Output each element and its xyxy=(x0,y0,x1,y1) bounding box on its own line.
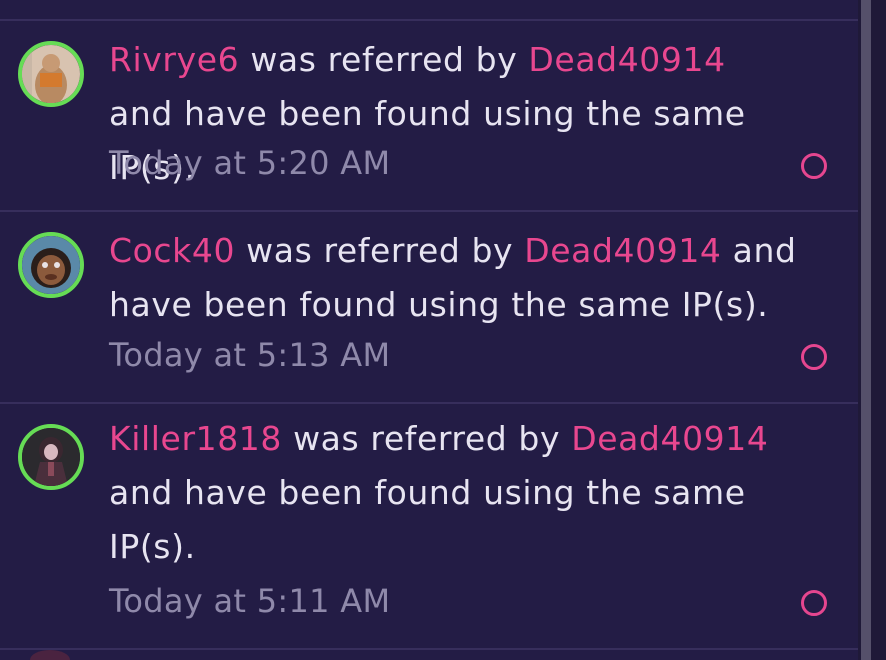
notification-feed: Rivrye6 was referred by Dead40914 and ha… xyxy=(0,0,858,660)
username-link[interactable]: Killer1818 xyxy=(109,419,282,458)
message-text: was referred by xyxy=(239,40,529,79)
scrollbar[interactable] xyxy=(858,0,886,660)
message-text: was referred by xyxy=(282,419,572,458)
message-text: and have been found using the same IP(s)… xyxy=(109,473,746,566)
notification-item[interactable]: Killer1818 was referred by Dead40914 and… xyxy=(0,404,858,650)
user-avatar-icon xyxy=(22,236,80,294)
user-avatar-icon xyxy=(22,45,80,103)
next-notification-avatar-edge xyxy=(30,650,70,660)
notifications-screen: Rivrye6 was referred by Dead40914 and ha… xyxy=(0,0,886,660)
username-link[interactable]: Rivrye6 xyxy=(109,40,239,79)
notification-message: Killer1818 was referred by Dead40914 and… xyxy=(109,412,799,574)
unread-circle-icon[interactable] xyxy=(801,344,827,370)
user-avatar[interactable] xyxy=(18,41,84,107)
timestamp: Today at 5:11 AM xyxy=(109,582,391,620)
username-link[interactable]: Cock40 xyxy=(109,231,235,270)
timestamp: Today at 5:20 AM xyxy=(109,144,391,182)
divider xyxy=(0,648,858,650)
notification-item[interactable]: Rivrye6 was referred by Dead40914 and ha… xyxy=(0,21,858,212)
user-avatar[interactable] xyxy=(18,424,84,490)
unread-circle-icon[interactable] xyxy=(801,590,827,616)
referrer-link[interactable]: Dead40914 xyxy=(528,40,725,79)
notification-message: Cock40 was referred by Dead40914 and hav… xyxy=(109,224,799,332)
unread-circle-icon[interactable] xyxy=(801,153,827,179)
user-avatar[interactable] xyxy=(18,232,84,298)
message-text: was referred by xyxy=(235,231,525,270)
notification-item[interactable]: Cock40 was referred by Dead40914 and hav… xyxy=(0,212,858,404)
referrer-link[interactable]: Dead40914 xyxy=(524,231,721,270)
scrollbar-thumb[interactable] xyxy=(861,0,871,660)
referrer-link[interactable]: Dead40914 xyxy=(571,419,768,458)
user-avatar-icon xyxy=(22,428,80,486)
timestamp: Today at 5:13 AM xyxy=(109,336,391,374)
